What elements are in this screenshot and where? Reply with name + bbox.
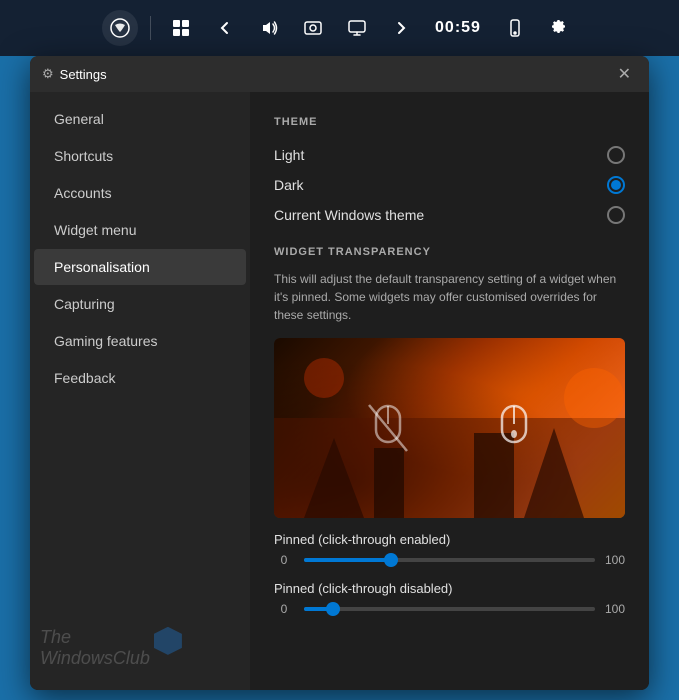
slider-disabled-label: Pinned (click-through disabled) bbox=[274, 581, 625, 596]
sidebar-item-widget-menu[interactable]: Widget menu bbox=[34, 212, 246, 248]
watermark: TheWindowsClub bbox=[40, 627, 150, 670]
slider-enabled-label: Pinned (click-through enabled) bbox=[274, 532, 625, 547]
theme-light-label: Light bbox=[274, 147, 304, 163]
sidebar-item-accounts[interactable]: Accounts bbox=[34, 175, 246, 211]
theme-light-radio[interactable] bbox=[607, 146, 625, 164]
slider-enabled-track[interactable] bbox=[304, 558, 595, 562]
transparency-section-label: WIDGET TRANSPARENCY bbox=[274, 246, 625, 258]
capture-icon[interactable] bbox=[295, 10, 331, 46]
theme-windows-option[interactable]: Current Windows theme bbox=[274, 200, 625, 230]
main-panel: THEME Light Dark Current Windows theme W… bbox=[250, 92, 649, 690]
theme-dark-radio[interactable] bbox=[607, 176, 625, 194]
slider-enabled-min: 0 bbox=[274, 553, 294, 567]
sidebar-item-general[interactable]: General bbox=[34, 101, 246, 137]
theme-light-option[interactable]: Light bbox=[274, 140, 625, 170]
mouse-icon bbox=[492, 400, 536, 456]
sidebar: General Shortcuts Accounts Widget menu P… bbox=[30, 92, 250, 690]
back-icon[interactable] bbox=[207, 10, 243, 46]
widget-overlay bbox=[364, 400, 536, 456]
slider-disabled-thumb[interactable] bbox=[326, 602, 340, 616]
sidebar-item-gaming-features[interactable]: Gaming features bbox=[34, 323, 246, 359]
theme-windows-radio[interactable] bbox=[607, 206, 625, 224]
windows-club-logo bbox=[154, 627, 182, 655]
taskbar-time: 00:59 bbox=[427, 19, 489, 37]
gear-icon[interactable] bbox=[541, 10, 577, 46]
sidebar-item-capturing[interactable]: Capturing bbox=[34, 286, 246, 322]
settings-window: ⚙ Settings ✕ General Shortcuts Accounts … bbox=[30, 56, 649, 690]
settings-title-icon: ⚙ bbox=[42, 66, 54, 82]
preview-area bbox=[274, 338, 625, 518]
taskbar-divider bbox=[150, 16, 151, 40]
transparency-description: This will adjust the default transparenc… bbox=[274, 270, 625, 324]
slider-disabled-track[interactable] bbox=[304, 607, 595, 611]
sidebar-item-feedback[interactable]: Feedback bbox=[34, 360, 246, 396]
mouse-disabled-icon bbox=[364, 400, 412, 456]
sidebar-item-shortcuts[interactable]: Shortcuts bbox=[34, 138, 246, 174]
slider-pinned-enabled: Pinned (click-through enabled) 0 100 bbox=[274, 532, 625, 567]
slider-enabled-max: 100 bbox=[605, 553, 625, 567]
slider-enabled-fill bbox=[304, 558, 391, 562]
title-bar: ⚙ Settings ✕ bbox=[30, 56, 649, 92]
slider-enabled-thumb[interactable] bbox=[384, 553, 398, 567]
theme-dark-label: Dark bbox=[274, 177, 304, 193]
phone-icon[interactable] bbox=[497, 10, 533, 46]
display-icon[interactable] bbox=[339, 10, 375, 46]
theme-windows-label: Current Windows theme bbox=[274, 207, 424, 223]
content-area: General Shortcuts Accounts Widget menu P… bbox=[30, 92, 649, 690]
watermark-text: TheWindowsClub bbox=[40, 627, 150, 669]
slider-disabled-row: 0 100 bbox=[274, 602, 625, 616]
grid-icon[interactable] bbox=[163, 10, 199, 46]
forward-icon[interactable] bbox=[383, 10, 419, 46]
close-button[interactable]: ✕ bbox=[612, 62, 637, 86]
theme-dark-option[interactable]: Dark bbox=[274, 170, 625, 200]
taskbar: 00:59 bbox=[0, 0, 679, 56]
slider-enabled-row: 0 100 bbox=[274, 553, 625, 567]
theme-section-label: THEME bbox=[274, 116, 625, 128]
slider-disabled-min: 0 bbox=[274, 602, 294, 616]
sidebar-item-personalisation[interactable]: Personalisation bbox=[34, 249, 246, 285]
window-title: Settings bbox=[60, 67, 612, 82]
slider-disabled-max: 100 bbox=[605, 602, 625, 616]
slider-pinned-disabled: Pinned (click-through disabled) 0 100 bbox=[274, 581, 625, 616]
preview-background bbox=[274, 338, 625, 518]
xbox-icon[interactable] bbox=[102, 10, 138, 46]
volume-icon[interactable] bbox=[251, 10, 287, 46]
